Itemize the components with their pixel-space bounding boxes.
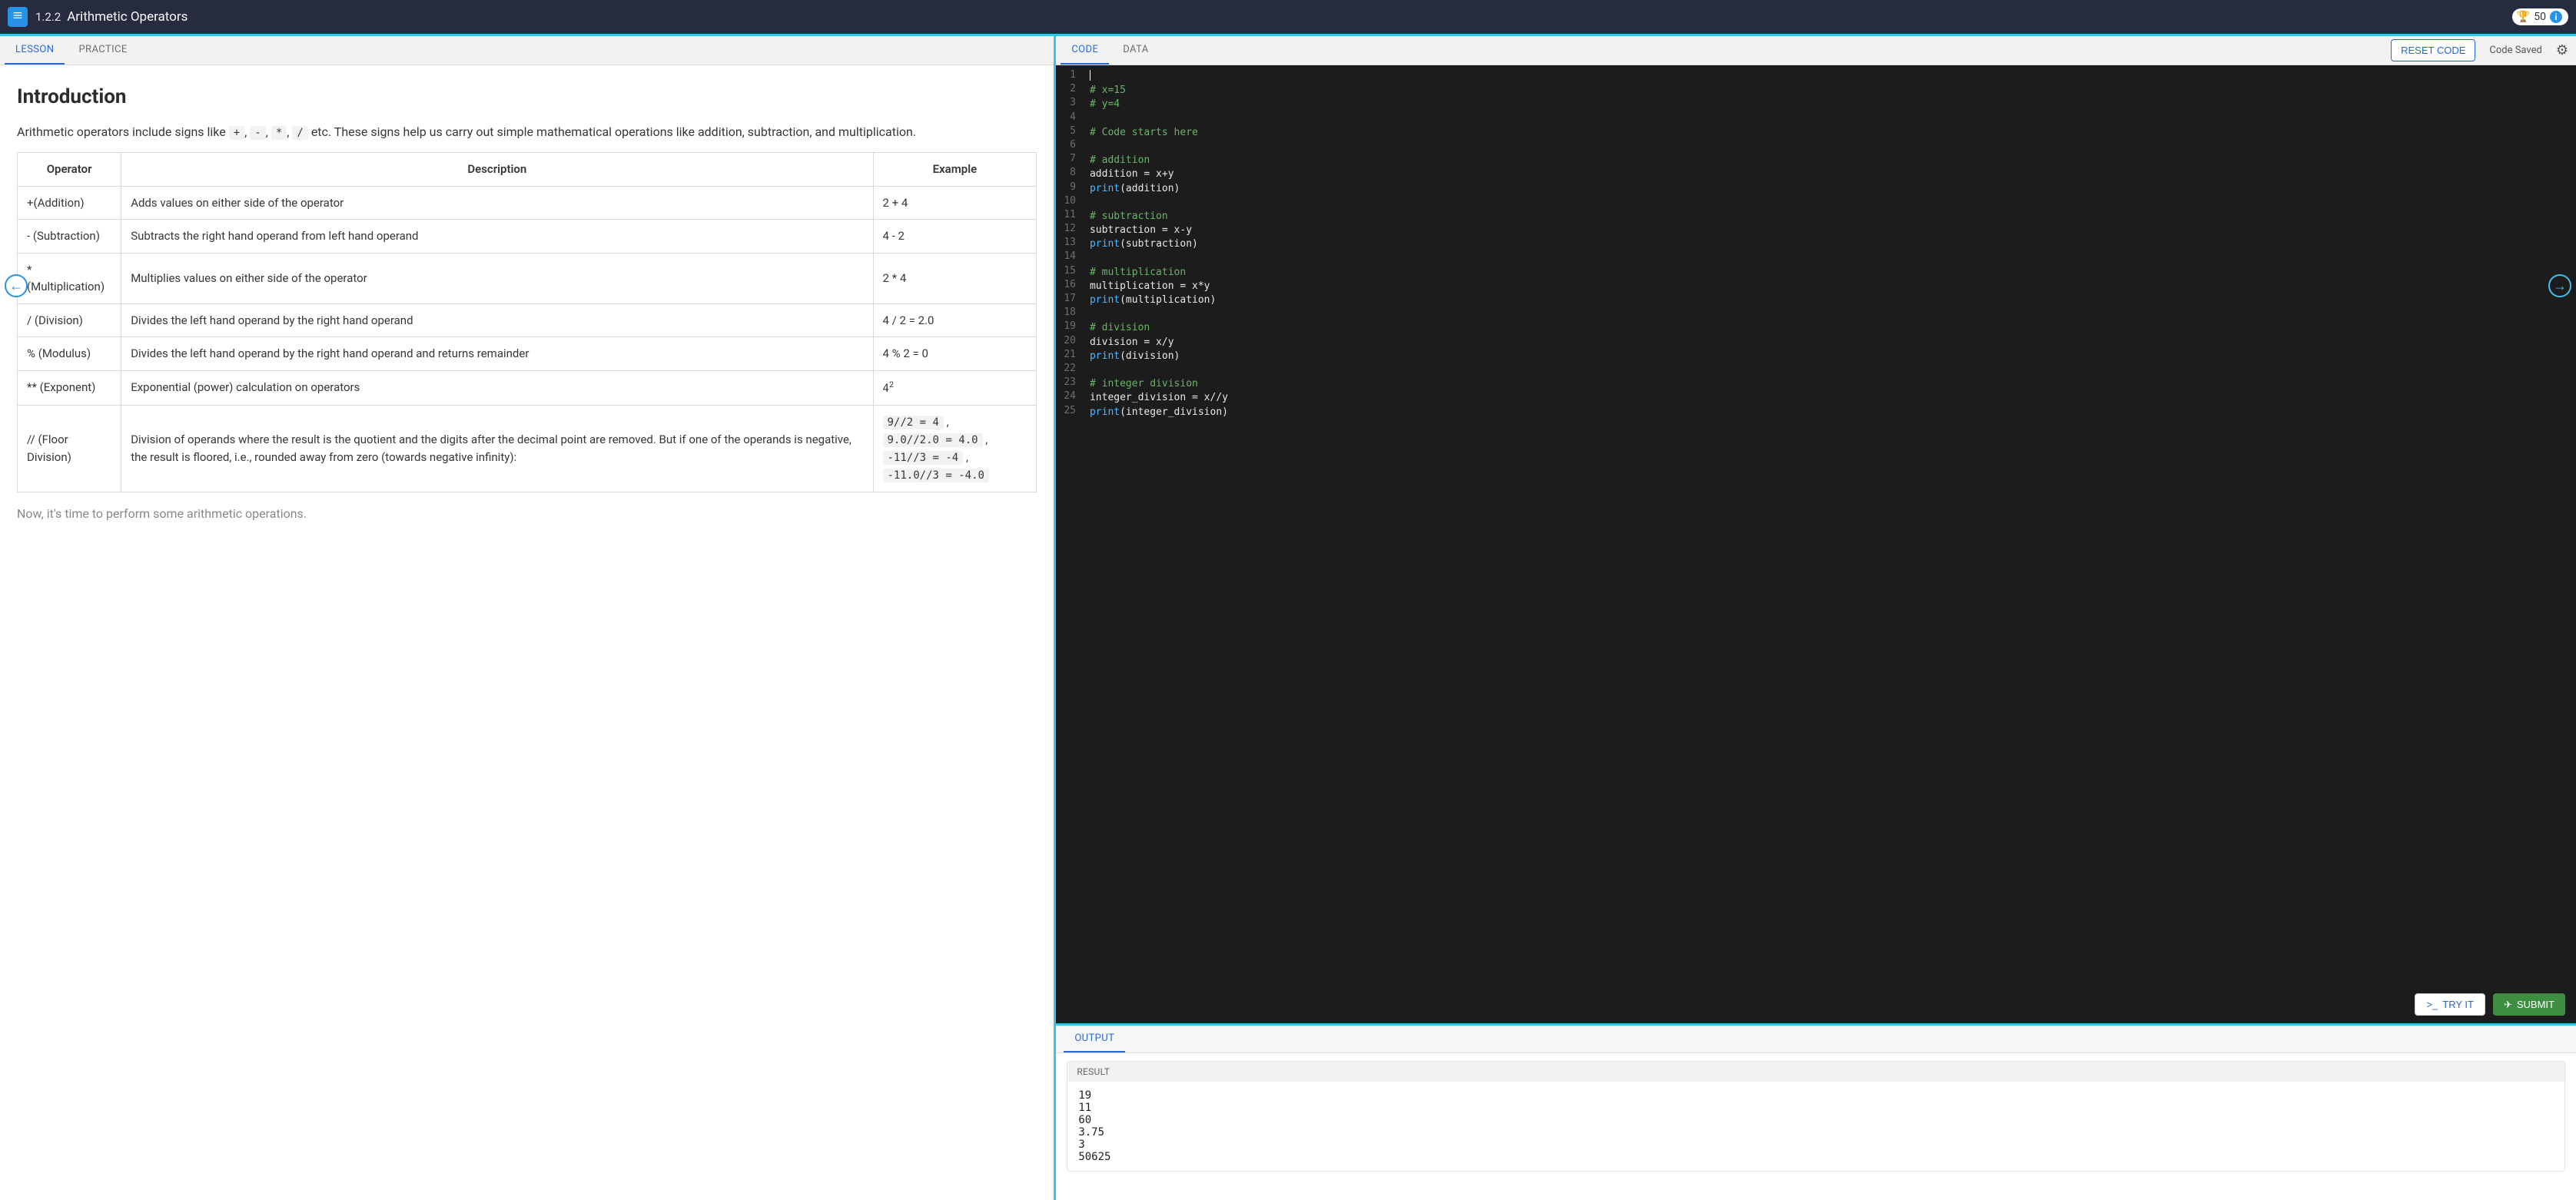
cell-operator: / (Division) <box>18 303 121 337</box>
code-minus: - <box>250 126 265 140</box>
tab-lesson[interactable]: LESSON <box>5 36 65 65</box>
cell-description: Subtracts the right hand operand from le… <box>121 220 873 254</box>
arrow-right-icon: → <box>2553 278 2567 294</box>
cell-operator: - (Subtraction) <box>18 220 121 254</box>
operators-table: Operator Description Example +(Addition)… <box>17 152 1037 492</box>
cell-description: Divides the left hand operand by the rig… <box>121 337 873 371</box>
gear-icon[interactable]: ⚙ <box>2556 42 2568 58</box>
submit-label: SUBMIT <box>2517 999 2554 1010</box>
paper-plane-icon: ✈ <box>2504 999 2512 1011</box>
th-example: Example <box>873 153 1037 187</box>
lesson-intro: Arithmetic operators include signs like … <box>17 123 1037 141</box>
table-row: ** (Exponent)Exponential (power) calcula… <box>18 370 1037 405</box>
code-tabbar: CODE DATA RESET CODE Code Saved ⚙ <box>1056 36 2576 65</box>
code-lines[interactable]: # x=15# y=4 # Code starts here # additio… <box>1082 65 2576 1023</box>
lesson-number: 1.2.2 <box>35 10 61 24</box>
reset-code-button[interactable]: RESET CODE <box>2391 39 2475 61</box>
cell-operator: // (Floor Division) <box>18 405 121 492</box>
points-value: 50 <box>2534 11 2546 23</box>
tab-code[interactable]: CODE <box>1061 36 1109 65</box>
prev-lesson-button[interactable]: ← <box>5 274 28 297</box>
cell-example: 42 <box>873 370 1037 405</box>
submit-button[interactable]: ✈ SUBMIT <box>2493 993 2565 1016</box>
output-tabbar: OUTPUT <box>1056 1026 2576 1053</box>
cell-example: 2 + 4 <box>873 186 1037 220</box>
th-operator: Operator <box>18 153 121 187</box>
output-body[interactable]: RESULT 19 11 60 3.75 3 50625 <box>1056 1053 2576 1200</box>
th-description: Description <box>121 153 873 187</box>
table-row: % (Modulus)Divides the left hand operand… <box>18 337 1037 371</box>
cell-operator: ** (Exponent) <box>18 370 121 405</box>
cell-example: 4 / 2 = 2.0 <box>873 303 1037 337</box>
menu-button[interactable] <box>8 7 28 27</box>
points-pill[interactable]: 🏆 50 i <box>2512 8 2568 25</box>
lesson-content[interactable]: Introduction Arithmetic operators includ… <box>0 65 1054 1200</box>
lesson-footer-line: Now, it's time to perform some arithmeti… <box>17 505 1037 523</box>
code-pane: CODE DATA RESET CODE Code Saved ⚙ 1 2 3 … <box>1056 36 2576 1200</box>
code-saved-label: Code Saved <box>2489 45 2541 56</box>
cell-description: Multiplies values on either side of the … <box>121 253 873 303</box>
table-row: // (Floor Division)Division of operands … <box>18 405 1037 492</box>
editor-action-bar: >_ TRY IT ✈ SUBMIT <box>2415 993 2565 1016</box>
result-header: RESULT <box>1067 1062 2564 1082</box>
lesson-heading: Introduction <box>17 82 1037 112</box>
code-star: * <box>271 126 287 140</box>
result-box: RESULT 19 11 60 3.75 3 50625 <box>1067 1061 2565 1172</box>
table-row: - (Subtraction)Subtracts the right hand … <box>18 220 1037 254</box>
cell-description: Division of operands where the result is… <box>121 405 873 492</box>
cell-operator: % (Modulus) <box>18 337 121 371</box>
tab-data[interactable]: DATA <box>1112 36 1159 65</box>
cell-operator: +(Addition) <box>18 186 121 220</box>
try-it-label: TRY IT <box>2442 999 2474 1010</box>
lesson-pane: LESSON PRACTICE Introduction Arithmetic … <box>0 36 1056 1200</box>
code-editor[interactable]: 1 2 3 4 5 6 7 8 9 10 11 12 13 14 15 16 1… <box>1056 65 2576 1023</box>
arrow-left-icon: ← <box>9 278 23 294</box>
table-row: +(Addition)Adds values on either side of… <box>18 186 1037 220</box>
intro-pre: Arithmetic operators include signs like <box>17 124 229 139</box>
menu-icon <box>12 9 24 25</box>
editor-wrap: 1 2 3 4 5 6 7 8 9 10 11 12 13 14 15 16 1… <box>1056 65 2576 1023</box>
lesson-title: Arithmetic Operators <box>67 9 188 25</box>
output-pane: OUTPUT RESULT 19 11 60 3.75 3 50625 <box>1056 1023 2576 1200</box>
cell-description: Adds values on either side of the operat… <box>121 186 873 220</box>
code-plus: + <box>229 126 244 140</box>
cell-example: 4 % 2 = 0 <box>873 337 1037 371</box>
cell-example: 9//2 = 4 , 9.0//2.0 = 4.0 , -11//3 = -4 … <box>873 405 1037 492</box>
intro-post: etc. These signs help us carry out simpl… <box>311 124 916 139</box>
prompt-icon: >_ <box>2426 999 2438 1010</box>
next-lesson-button[interactable]: → <box>2548 274 2571 297</box>
trophy-icon: 🏆 <box>2517 11 2530 23</box>
lesson-tabbar: LESSON PRACTICE <box>0 36 1054 65</box>
try-it-button[interactable]: >_ TRY IT <box>2415 993 2485 1016</box>
tab-practice[interactable]: PRACTICE <box>68 36 138 65</box>
table-header-row: Operator Description Example <box>18 153 1037 187</box>
cell-operator: * (Multiplication) <box>18 253 121 303</box>
cell-example: 2 * 4 <box>873 253 1037 303</box>
line-gutter: 1 2 3 4 5 6 7 8 9 10 11 12 13 14 15 16 1… <box>1056 65 1082 1023</box>
table-row: / (Division)Divides the left hand operan… <box>18 303 1037 337</box>
result-output: 19 11 60 3.75 3 50625 <box>1067 1082 2564 1171</box>
table-row: * (Multiplication)Multiplies values on e… <box>18 253 1037 303</box>
cell-example: 4 - 2 <box>873 220 1037 254</box>
tab-output[interactable]: OUTPUT <box>1064 1026 1125 1052</box>
topbar: 1.2.2 Arithmetic Operators 🏆 50 i <box>0 0 2576 34</box>
code-slash: / <box>292 126 307 140</box>
info-icon[interactable]: i <box>2550 11 2562 23</box>
cell-description: Exponential (power) calculation on opera… <box>121 370 873 405</box>
cell-description: Divides the left hand operand by the rig… <box>121 303 873 337</box>
